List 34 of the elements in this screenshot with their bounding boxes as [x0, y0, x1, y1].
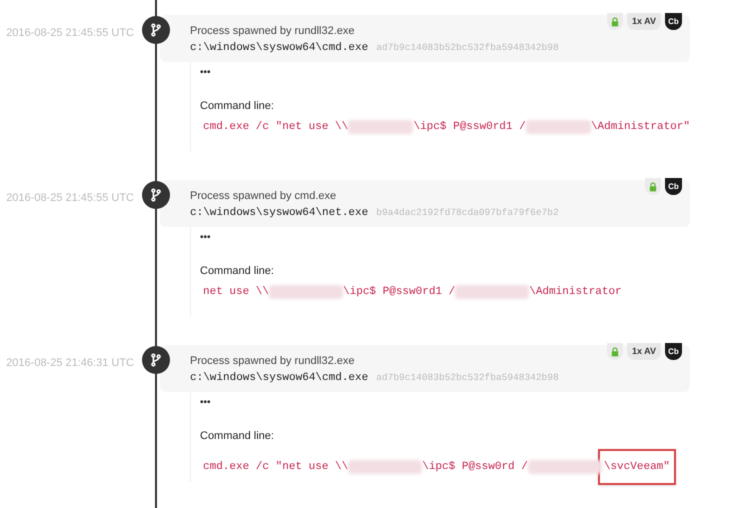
command-text: \ipc$ P@ssw0rd1 /: [413, 120, 526, 134]
cb-badge: Cb: [665, 343, 682, 360]
command-label: Command line:: [200, 264, 275, 279]
command-label: Command line:: [200, 429, 275, 444]
redacted-block: [348, 120, 414, 134]
process-path: c:\windows\syswow64\cmd.exe: [190, 371, 368, 386]
highlighted-command-text: \svcVeeam": [598, 448, 676, 485]
hash-text: ad7b9c14083b52bc532fba5948342b98: [376, 371, 559, 385]
event-title: Process spawned by rundll32.exe: [190, 24, 356, 38]
timestamp: 2016-08-25 21:46:31 UTC: [5, 356, 134, 371]
event-title: Process spawned by cmd.exe: [190, 189, 338, 203]
hash-text: ad7b9c14083b52bc532fba5948342b98: [376, 41, 559, 55]
timestamp: 2016-08-25 21:45:55 UTC: [5, 26, 134, 41]
hash-text: b9a4dac2192fd78cda097bfa79f6e7b2: [376, 206, 559, 220]
command-text: \ipc$ P@ssw0rd /: [422, 460, 528, 474]
redacted-block: [526, 120, 591, 134]
command-text: cmd.exe /c "net use \\: [203, 460, 348, 474]
command-text: \Administrator: [529, 284, 622, 300]
command-text: \ipc$ P@ssw0rd1 /: [343, 284, 456, 300]
command-text: \Administrator": [590, 120, 690, 134]
av-badge: 1x AV: [626, 343, 661, 360]
command-text: net use \\: [203, 284, 270, 300]
more-dots[interactable]: •••: [200, 396, 690, 410]
cb-badge: Cb: [665, 178, 682, 195]
av-badge: 1x AV: [626, 13, 661, 30]
command-label: Command line:: [200, 99, 275, 114]
command-text: cmd.exe /c "net use \\: [203, 120, 348, 134]
timestamp: 2016-08-25 21:45:55 UTC: [5, 191, 134, 206]
process-path: c:\windows\syswow64\cmd.exe: [190, 41, 368, 56]
process-path: c:\windows\syswow64\net.exe: [190, 206, 368, 221]
more-dots[interactable]: •••: [200, 231, 690, 245]
more-dots[interactable]: •••: [200, 66, 690, 80]
cb-badge: Cb: [665, 13, 682, 30]
event-title: Process spawned by rundll32.exe: [190, 354, 356, 368]
